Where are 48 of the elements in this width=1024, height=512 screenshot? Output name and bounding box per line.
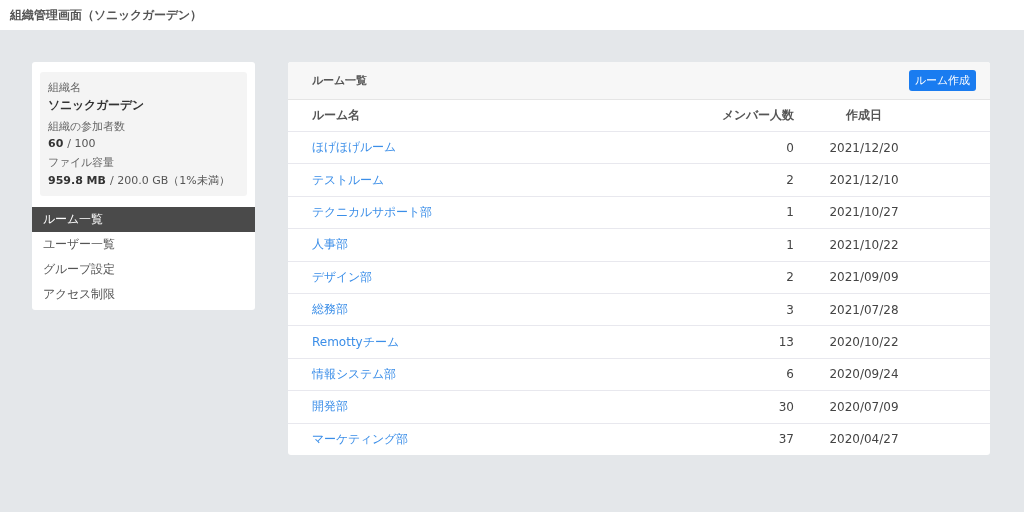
panel-title: ルーム一覧 [312,73,367,88]
room-link[interactable]: 人事部 [312,237,348,252]
table-cell-text: 2 [785,173,794,188]
table-cell-text: 2 [785,270,794,285]
column-header: メンバー人数 [721,107,794,124]
sidebar-item[interactable]: ユーザー一覧 [32,232,255,257]
table-cell-text: 2021/10/27 [828,205,900,220]
room-link[interactable]: ほげほげルーム [312,140,396,155]
table-cell-text: 1 [785,205,794,220]
field-label: ファイル容量 [48,155,114,170]
page-title: 組織管理画面（ソニックガーデン） [10,6,202,24]
table-cell-text: 2020/09/24 [828,367,900,382]
table-cell-text: 2021/12/20 [828,140,900,155]
room-link[interactable]: デザイン部 [312,269,372,284]
table-cell-text: 2021/10/22 [828,237,900,252]
member-count: 60 [48,137,64,150]
room-link[interactable]: テクニカルサポート部 [312,204,432,219]
table-cell-text: 30 [777,399,794,414]
field-label: 組織の参加者数 [48,119,125,134]
table-cell-text: 0 [785,140,794,155]
column-header: 作成日 [845,107,883,124]
room-link[interactable]: 開発部 [312,399,348,414]
field-label: 組織名 [48,80,81,95]
table-cell-text: 2021/09/09 [828,270,900,285]
table-cell-text: 2021/12/10 [828,173,900,188]
storage-limit: / 200.0 GB（1%未満） [109,173,230,188]
sidebar-item[interactable]: ルーム一覧 [32,207,255,232]
table-cell-text: 13 [777,335,794,350]
room-link[interactable]: マーケティング部 [312,431,408,446]
room-link[interactable]: テストルーム [312,172,384,187]
create-room-button[interactable]: ルーム作成 [909,70,976,91]
table-cell-text: 37 [777,432,794,447]
table-cell-text: 2021/07/28 [828,302,900,317]
table-cell-text: 2020/04/27 [828,432,900,447]
room-link[interactable]: 総務部 [312,302,348,317]
member-limit: / 100 [67,137,96,150]
table-cell-text: 2020/07/09 [828,399,900,414]
table-cell-text: 2020/10/22 [828,335,900,350]
column-header: ルーム名 [312,107,361,124]
sidebar-item[interactable]: グループ設定 [32,257,255,282]
storage-used: 959.8 MB [48,174,106,187]
room-link[interactable]: Remottyチーム [312,334,399,349]
room-link[interactable]: 情報システム部 [312,366,396,381]
table-cell-text: 6 [785,367,794,382]
table-cell-text: 3 [785,302,794,317]
org-name: ソニックガーデン [48,97,144,114]
sidebar-item[interactable]: アクセス制限 [32,282,255,307]
table-cell-text: 1 [785,237,794,252]
